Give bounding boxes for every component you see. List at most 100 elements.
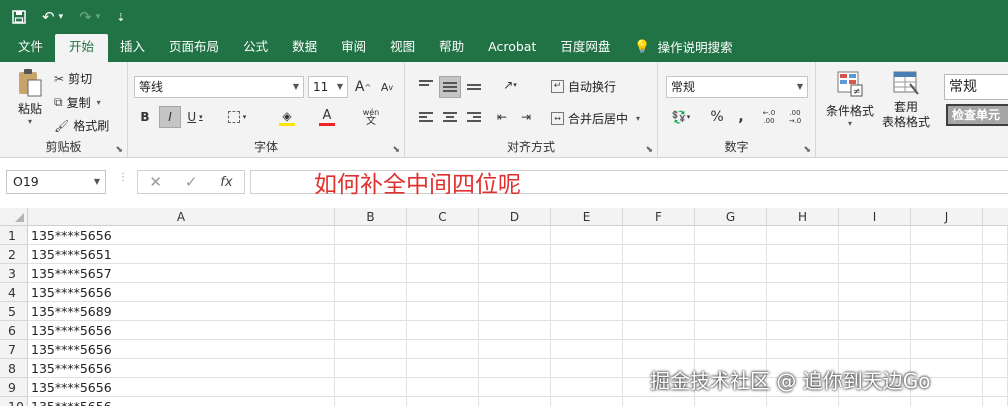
copy-button[interactable]: ⧉ 复制 ▾ [54, 94, 101, 111]
cell[interactable] [335, 264, 407, 283]
cell[interactable] [695, 397, 767, 406]
column-header-d[interactable]: D [479, 208, 551, 226]
decrease-decimal-button[interactable]: .00 →.0 [784, 106, 806, 128]
cell[interactable] [767, 283, 839, 302]
cell[interactable] [839, 283, 911, 302]
cell[interactable] [407, 283, 479, 302]
cell[interactable] [551, 226, 623, 245]
cell[interactable] [911, 245, 983, 264]
underline-button[interactable]: U ▾ [184, 106, 206, 128]
select-all-button[interactable] [0, 208, 28, 226]
number-launcher-icon[interactable]: ⬊ [803, 145, 811, 155]
cell[interactable] [335, 397, 407, 406]
fill-color-button[interactable]: ◈ [276, 106, 298, 128]
cell-a[interactable]: 135****5689 [28, 302, 335, 321]
cell[interactable] [407, 397, 479, 406]
customize-icon[interactable]: ⇣ [116, 11, 125, 24]
cell[interactable] [335, 283, 407, 302]
cell[interactable] [479, 264, 551, 283]
cell[interactable] [407, 321, 479, 340]
cell[interactable] [983, 359, 1008, 378]
column-header-e[interactable]: E [551, 208, 623, 226]
tell-me-search[interactable]: 💡 操作说明搜索 [622, 34, 744, 62]
row-header[interactable]: 7 [0, 340, 28, 359]
cell[interactable] [335, 321, 407, 340]
cell[interactable] [479, 340, 551, 359]
cell[interactable] [839, 340, 911, 359]
name-box[interactable]: O19 ▼ [6, 170, 106, 194]
cell-a[interactable]: 135****5657 [28, 264, 335, 283]
tab-data[interactable]: 数据 [280, 34, 329, 62]
increase-decimal-button[interactable]: ←.0 .00 [758, 106, 780, 128]
column-header-k[interactable] [983, 208, 1008, 226]
cell[interactable] [983, 264, 1008, 283]
cancel-icon[interactable]: ✕ [149, 173, 162, 191]
align-center-icon[interactable] [439, 106, 461, 128]
cell[interactable] [407, 245, 479, 264]
cell[interactable] [695, 226, 767, 245]
row-header[interactable]: 1 [0, 226, 28, 245]
align-top-icon[interactable] [415, 74, 437, 96]
cell[interactable] [335, 378, 407, 397]
cell[interactable] [335, 245, 407, 264]
font-size-dropdown[interactable]: 11 ▼ [308, 76, 348, 98]
cell[interactable] [983, 283, 1008, 302]
shrink-font-button[interactable]: Av [376, 76, 398, 98]
column-header-h[interactable]: H [767, 208, 839, 226]
tab-page-layout[interactable]: 页面布局 [157, 34, 231, 62]
tab-help[interactable]: 帮助 [427, 34, 476, 62]
row-header[interactable]: 6 [0, 321, 28, 340]
cell[interactable] [335, 359, 407, 378]
clipboard-launcher-icon[interactable]: ⬊ [115, 145, 123, 155]
cell[interactable] [767, 302, 839, 321]
cell[interactable] [695, 321, 767, 340]
cell[interactable] [695, 302, 767, 321]
cell[interactable] [839, 397, 911, 406]
tab-formulas[interactable]: 公式 [231, 34, 280, 62]
merge-center-button[interactable]: ↔ 合并后居中 ▾ [551, 110, 640, 127]
cell[interactable] [983, 321, 1008, 340]
row-header[interactable]: 8 [0, 359, 28, 378]
cell[interactable] [623, 397, 695, 406]
column-header-i[interactable]: I [839, 208, 911, 226]
cell[interactable] [695, 283, 767, 302]
tab-baidu-netdisk[interactable]: 百度网盘 [548, 34, 622, 62]
bold-button[interactable]: B [134, 106, 156, 128]
undo-icon[interactable]: ↶ ▾ [42, 8, 63, 26]
cell[interactable] [983, 245, 1008, 264]
tab-view[interactable]: 视图 [378, 34, 427, 62]
tab-insert[interactable]: 插入 [108, 34, 157, 62]
cell[interactable] [911, 302, 983, 321]
cell[interactable] [551, 245, 623, 264]
cell[interactable] [911, 340, 983, 359]
column-header-j[interactable]: J [911, 208, 983, 226]
cell[interactable] [839, 245, 911, 264]
cell[interactable] [551, 302, 623, 321]
decrease-indent-icon[interactable]: ⇤ [491, 106, 513, 128]
paste-button[interactable]: 粘贴 ▾ [12, 68, 48, 126]
cell[interactable] [767, 397, 839, 406]
cell[interactable] [839, 264, 911, 283]
cell[interactable] [479, 359, 551, 378]
cell[interactable] [551, 264, 623, 283]
wrap-text-button[interactable]: ↵ 自动换行 [551, 78, 616, 95]
percent-button[interactable]: % [706, 106, 728, 128]
align-middle-icon[interactable] [439, 76, 461, 98]
cell[interactable] [983, 340, 1008, 359]
cell[interactable] [479, 378, 551, 397]
enter-icon[interactable]: ✓ [185, 173, 198, 191]
row-header[interactable]: 5 [0, 302, 28, 321]
cell[interactable] [767, 340, 839, 359]
cell[interactable] [767, 226, 839, 245]
cell[interactable] [551, 340, 623, 359]
style-normal[interactable]: 常规 [944, 74, 1008, 100]
cell[interactable] [839, 321, 911, 340]
cell[interactable] [335, 226, 407, 245]
align-left-icon[interactable] [415, 106, 437, 128]
cell[interactable] [407, 359, 479, 378]
cell-a[interactable]: 135****5656 [28, 340, 335, 359]
style-check-cell[interactable]: 检查单元 [946, 104, 1008, 126]
cell[interactable] [551, 321, 623, 340]
column-header-a[interactable]: A [28, 208, 335, 226]
tab-acrobat[interactable]: Acrobat [476, 34, 548, 62]
